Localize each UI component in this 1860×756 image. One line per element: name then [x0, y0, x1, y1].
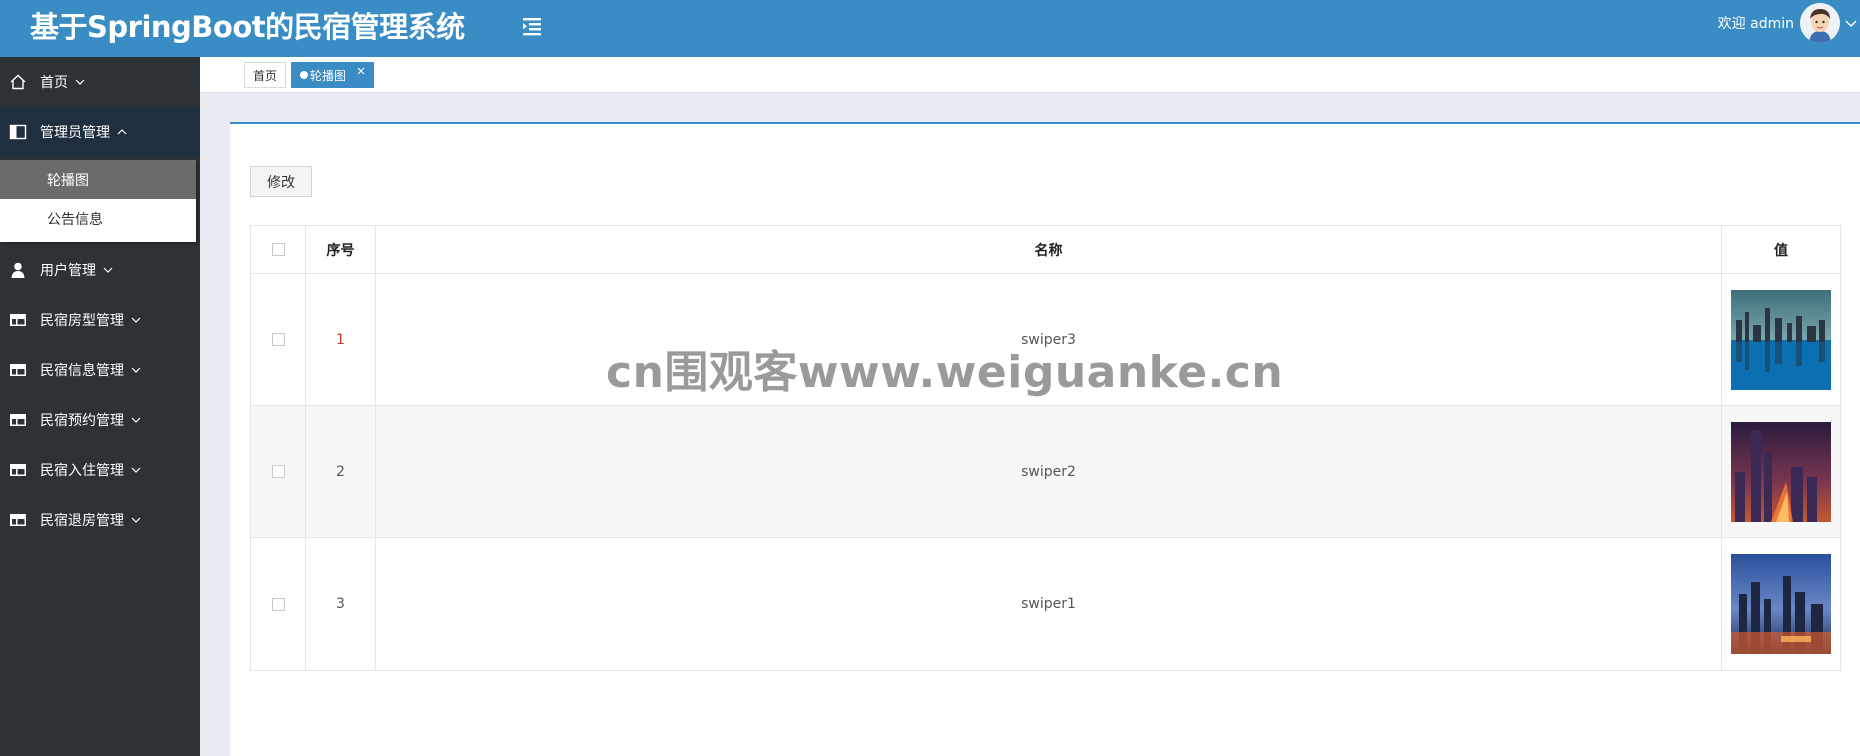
row-check-cell [251, 274, 306, 405]
carousel-image-thumbnail[interactable] [1731, 421, 1831, 522]
tab-label: 轮播图 [310, 68, 347, 83]
chevron-down-icon [130, 314, 142, 326]
chevron-down-icon [130, 514, 142, 526]
user-menu[interactable]: 欢迎 admin [1718, 0, 1860, 46]
table-icon [9, 411, 27, 429]
row-checkbox[interactable] [271, 333, 285, 346]
tab-home[interactable]: 首页 [244, 62, 286, 88]
sidebar-item-checkin-management[interactable]: 民宿入住管理 [0, 445, 200, 495]
row-index: 1 [336, 331, 345, 348]
table-row[interactable]: 2 swiper2 [251, 406, 1840, 538]
row-index: 2 [336, 463, 345, 480]
row-checkbox[interactable] [271, 597, 285, 611]
content-panel: 修改 序号 名称 值 1 swiper3 2 swiper2 3 swiper1 [230, 122, 1860, 756]
submenu-item-carousel[interactable]: 轮播图 [0, 160, 196, 199]
index-cell: 1 [306, 274, 376, 405]
sidebar-item-room-type-management[interactable]: 民宿房型管理 [0, 295, 200, 345]
row-check-cell [251, 538, 306, 670]
user-icon [9, 261, 27, 279]
row-checkbox[interactable] [271, 465, 285, 478]
admin-submenu: 轮播图 公告信息 [0, 160, 196, 242]
sidebar-item-booking-management[interactable]: 民宿预约管理 [0, 395, 200, 445]
submenu-item-notice[interactable]: 公告信息 [0, 199, 196, 238]
value-cell [1722, 538, 1840, 670]
table-icon [9, 461, 27, 479]
admin-panel-icon [9, 123, 27, 141]
value-cell [1722, 406, 1840, 537]
select-all-checkbox[interactable] [271, 243, 285, 256]
top-header: 基于SpringBoot的民宿管理系统 欢迎 admin [0, 0, 1860, 57]
data-table: 序号 名称 值 1 swiper3 2 swiper2 3 swiper1 [250, 225, 1841, 671]
avatar[interactable] [1800, 3, 1840, 43]
avatar-icon [1800, 3, 1840, 43]
row-index: 3 [336, 596, 345, 612]
sidebar: 首页 管理员管理 轮播图 公告信息 用户管理 民宿房型管理 民宿信息管理 民宿预… [0, 57, 200, 756]
table-row[interactable]: 3 swiper1 [251, 538, 1840, 670]
row-check-cell [251, 406, 306, 537]
column-header-value: 值 [1774, 242, 1788, 259]
sidebar-item-label: 民宿预约管理 [40, 413, 124, 429]
main-content: 首页 轮播图 修改 序号 名称 值 1 swiper3 2 swiper2 3 … [200, 57, 1860, 756]
chevron-down-icon [102, 264, 114, 276]
menu-toggle-icon[interactable] [520, 13, 546, 39]
chevron-down-icon[interactable] [1842, 14, 1860, 32]
chevron-down-icon [130, 364, 142, 376]
table-icon [9, 361, 27, 379]
table-icon [9, 511, 27, 529]
tab-carousel[interactable]: 轮播图 [291, 62, 374, 88]
name-cell: swiper2 [376, 406, 1722, 537]
sidebar-item-user-management[interactable]: 用户管理 [0, 245, 200, 295]
carousel-image-thumbnail[interactable] [1731, 554, 1831, 654]
app-root: 基于SpringBoot的民宿管理系统 欢迎 admin 首页 管理员管理 轮播… [0, 0, 1860, 756]
sidebar-item-label: 民宿信息管理 [40, 363, 124, 379]
chevron-up-icon [116, 126, 128, 138]
app-title: 基于SpringBoot的民宿管理系统 [30, 10, 465, 44]
sidebar-item-label: 民宿入住管理 [40, 463, 124, 479]
sidebar-item-label: 首页 [40, 75, 68, 91]
sidebar-item-label: 管理员管理 [40, 125, 110, 141]
table-row[interactable]: 1 swiper3 [251, 274, 1840, 406]
sidebar-item-home[interactable]: 首页 [0, 57, 200, 107]
active-dot-icon [300, 71, 308, 79]
name-cell: swiper1 [376, 538, 1722, 670]
column-header-index: 序号 [306, 226, 376, 273]
sidebar-item-admin-management[interactable]: 管理员管理 [0, 107, 200, 157]
chevron-down-icon [130, 464, 142, 476]
tabs-bar: 首页 轮播图 [200, 57, 1860, 93]
table-header-row: 序号 名称 值 [251, 226, 1840, 274]
sidebar-item-label: 用户管理 [40, 263, 96, 279]
sidebar-item-label: 民宿退房管理 [40, 513, 124, 529]
home-icon [9, 73, 27, 91]
name-cell: swiper3 [376, 274, 1722, 405]
edit-button[interactable]: 修改 [250, 166, 312, 197]
column-header-name: 名称 [376, 226, 1722, 273]
chevron-down-icon [74, 76, 86, 88]
value-cell [1722, 274, 1840, 405]
carousel-image-thumbnail[interactable] [1731, 289, 1831, 390]
index-cell: 2 [306, 406, 376, 537]
sidebar-item-checkout-management[interactable]: 民宿退房管理 [0, 495, 200, 545]
tab-label: 首页 [252, 68, 277, 83]
close-icon[interactable] [356, 66, 366, 76]
welcome-text: 欢迎 admin [1717, 16, 1794, 32]
header-check-cell [251, 226, 306, 273]
chevron-down-icon [130, 414, 142, 426]
sidebar-item-label: 民宿房型管理 [40, 313, 124, 329]
sidebar-item-homestay-info-management[interactable]: 民宿信息管理 [0, 345, 200, 395]
index-cell: 3 [306, 538, 376, 670]
table-icon [9, 311, 27, 329]
